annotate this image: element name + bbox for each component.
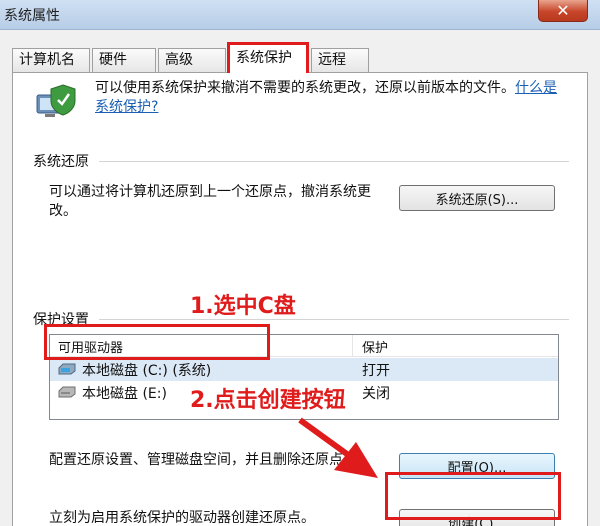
- create-description: 立刻为启用系统保护的驱动器创建还原点。: [49, 510, 315, 526]
- column-protection[interactable]: 保护: [362, 337, 388, 356]
- drive-protection-status: 关闭: [362, 386, 390, 402]
- drive-protection-status: 打开: [362, 363, 390, 379]
- drive-icon: [58, 386, 76, 398]
- system-restore-description: 可以通过将计算机还原到上一个还原点，撤消系统更改。: [49, 184, 371, 219]
- close-icon: ✕: [556, 1, 570, 20]
- drive-name: 本地磁盘 (C:) (系统): [82, 363, 212, 379]
- drive-row-c[interactable]: 本地磁盘 (C:) (系统) 打开: [50, 358, 558, 381]
- configure-description: 配置还原设置、管理磁盘空间，并且删除还原点。: [49, 452, 357, 468]
- title-bar: 系统属性 ✕: [0, 0, 600, 30]
- tab-computer-name[interactable]: 计算机名: [12, 48, 90, 72]
- highlight-box-drive-c: [44, 324, 270, 360]
- annotation-step-2: 2.点击创建按钮: [190, 388, 346, 413]
- intro-text: 可以使用系统保护来撤消不需要的系统更改，还原以前版本的文件。什么是系统保护?: [95, 79, 565, 117]
- intro-description: 可以使用系统保护来撤消不需要的系统更改，还原以前版本的文件。: [95, 80, 515, 96]
- window-title: 系统属性: [4, 8, 60, 24]
- tab-panel-system-protection: 可以使用系统保护来撤消不需要的系统更改，还原以前版本的文件。什么是系统保护? 系…: [12, 72, 588, 526]
- system-restore-button[interactable]: 系统还原(S)...: [399, 185, 555, 211]
- tab-hardware[interactable]: 硬件: [92, 48, 156, 72]
- highlight-box-create-button: [385, 472, 561, 520]
- drive-name: 本地磁盘 (E:): [82, 386, 167, 402]
- column-separator: [352, 335, 353, 357]
- dialog-body: 计算机名 硬件 高级 系统保护 远程 可以使用系统保护来撤消不需要的系统更改，还…: [0, 30, 600, 526]
- tab-system-protection[interactable]: 系统保护: [227, 42, 309, 73]
- tab-advanced[interactable]: 高级: [158, 48, 226, 72]
- system-protection-icon: [36, 84, 76, 117]
- group-divider: [99, 319, 569, 320]
- annotation-step-1: 1.选中C盘: [190, 294, 296, 319]
- close-button[interactable]: ✕: [538, 0, 588, 22]
- group-divider: [99, 161, 569, 162]
- tab-remote[interactable]: 远程: [311, 48, 369, 72]
- system-drive-icon: [58, 363, 76, 375]
- system-restore-group-label: 系统还原: [33, 154, 89, 170]
